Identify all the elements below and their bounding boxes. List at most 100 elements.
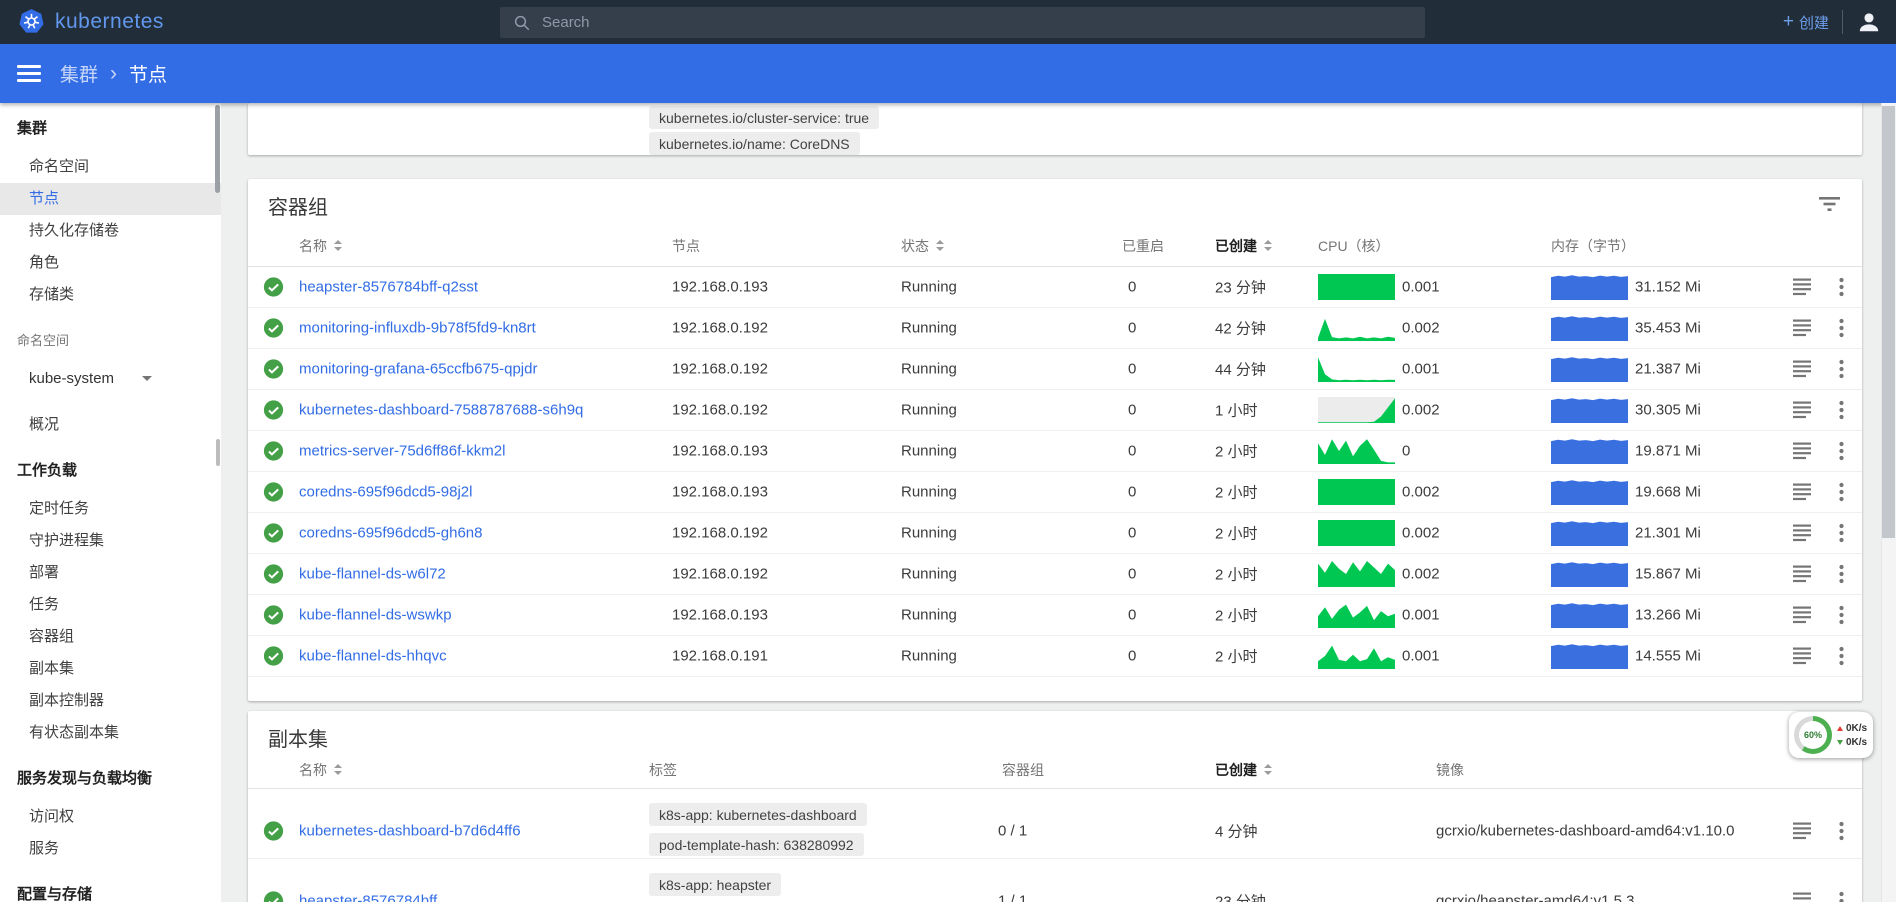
sidebar-item[interactable]: 节点	[0, 183, 221, 215]
sidebar-item[interactable]: 守护进程集	[0, 525, 221, 557]
column-header-created[interactable]: 已创建	[1215, 236, 1272, 256]
status-ok-icon	[263, 400, 284, 421]
sidebar-item[interactable]: 容器组	[0, 621, 221, 653]
sidebar-item[interactable]: 有状态副本集	[0, 717, 221, 749]
cpu-value: 0.001	[1402, 279, 1440, 296]
sidebar-scrollbar-thumb[interactable]	[215, 105, 220, 193]
sidebar-item[interactable]: 任务	[0, 589, 221, 621]
breadcrumb-cluster[interactable]: 集群	[60, 60, 98, 87]
user-avatar-icon[interactable]	[1856, 9, 1882, 35]
kubernetes-logo[interactable]: kubernetes	[18, 8, 164, 35]
pod-row: metrics-server-75d6ff86f-kkm2l192.168.0.…	[248, 431, 1862, 472]
logs-icon[interactable]	[1793, 525, 1811, 542]
logo-text: kubernetes	[55, 10, 164, 34]
column-label: 已重启	[1122, 236, 1164, 256]
replicaset-name-link[interactable]: heapster-8576784bff	[299, 893, 437, 902]
pod-created: 42 分钟	[1215, 318, 1266, 339]
pod-name-link[interactable]: metrics-server-75d6ff86f-kkm2l	[299, 443, 505, 460]
logs-icon[interactable]	[1793, 823, 1811, 840]
logs-icon[interactable]	[1793, 648, 1811, 665]
sidebar-item[interactable]: 概况	[0, 409, 221, 441]
row-menu-icon[interactable]	[1839, 483, 1844, 502]
sidebar-section-header: 配置与存储	[0, 873, 221, 902]
row-menu-icon[interactable]	[1839, 442, 1844, 461]
sidebar-item[interactable]: 持久化存储卷	[0, 215, 221, 247]
pod-created: 2 小时	[1215, 482, 1258, 503]
column-header-status[interactable]: 状态	[901, 236, 944, 256]
row-menu-icon[interactable]	[1839, 892, 1844, 902]
column-header-name[interactable]: 名称	[299, 760, 342, 780]
column-label: 节点	[672, 236, 700, 256]
replicaset-created: 23 分钟	[1215, 891, 1266, 902]
status-ok-icon	[263, 821, 284, 842]
column-header-memory: 内存（字节）	[1551, 236, 1635, 256]
sidebar-item[interactable]: 角色	[0, 247, 221, 279]
sidebar-item[interactable]: 部署	[0, 557, 221, 589]
pod-row: kube-flannel-ds-w6l72192.168.0.192Runnin…	[248, 554, 1862, 595]
namespace-section-label: 命名空间	[0, 329, 221, 353]
filter-icon[interactable]	[1819, 197, 1840, 216]
search-input[interactable]	[542, 14, 1392, 31]
sidebar: 集群命名空间节点持久化存储卷角色存储类命名空间kube-system概况工作负载…	[0, 103, 221, 902]
create-button[interactable]: + 创建	[1783, 11, 1829, 33]
topbar-divider	[1842, 10, 1843, 34]
sidebar-item[interactable]: 定时任务	[0, 493, 221, 525]
pods-card: 容器组 名称节点状态已重启已创建CPU（核）内存（字节） heapster-85…	[248, 179, 1862, 701]
pod-name-link[interactable]: kubernetes-dashboard-7588787688-s6h9q	[299, 402, 583, 419]
pod-name-link[interactable]: coredns-695f96dcd5-98j2l	[299, 484, 472, 501]
row-menu-icon[interactable]	[1839, 822, 1844, 841]
logs-icon[interactable]	[1793, 607, 1811, 624]
menu-button[interactable]	[17, 60, 41, 86]
row-menu-icon[interactable]	[1839, 565, 1844, 584]
row-menu-icon[interactable]	[1839, 401, 1844, 420]
pod-name-link[interactable]: coredns-695f96dcd5-gh6n8	[299, 525, 482, 542]
logs-icon[interactable]	[1793, 484, 1811, 501]
network-monitor-widget[interactable]: 60% 0K/s 0K/s	[1789, 712, 1873, 758]
logs-icon[interactable]	[1793, 279, 1811, 296]
pod-name-link[interactable]: kube-flannel-ds-w6l72	[299, 566, 446, 583]
pod-name-link[interactable]: kube-flannel-ds-wswkp	[299, 607, 452, 624]
logs-icon[interactable]	[1793, 361, 1811, 378]
logs-icon[interactable]	[1793, 566, 1811, 583]
sidebar-item[interactable]: 命名空间	[0, 151, 221, 183]
column-header-name[interactable]: 名称	[299, 236, 342, 256]
logs-icon[interactable]	[1793, 893, 1811, 902]
sort-arrows-icon	[1264, 764, 1272, 775]
search-icon	[513, 14, 531, 32]
sidebar-item[interactable]: 存储类	[0, 279, 221, 311]
sidebar-item[interactable]: 副本集	[0, 653, 221, 685]
row-menu-icon[interactable]	[1839, 278, 1844, 297]
logs-icon[interactable]	[1793, 402, 1811, 419]
row-menu-icon[interactable]	[1839, 319, 1844, 338]
pod-row: kube-flannel-ds-hhqvc192.168.0.191Runnin…	[248, 636, 1862, 677]
row-menu-icon[interactable]	[1839, 360, 1844, 379]
cpu-sparkline-chart	[1318, 274, 1395, 300]
pod-node: 192.168.0.193	[672, 484, 768, 501]
row-menu-icon[interactable]	[1839, 647, 1844, 666]
window-scrollbar-track[interactable]	[1881, 103, 1896, 902]
pods-table-body: heapster-8576784bff-q2sst192.168.0.193Ru…	[248, 267, 1862, 677]
row-menu-icon[interactable]	[1839, 524, 1844, 543]
pod-name-link[interactable]: heapster-8576784bff-q2sst	[299, 279, 478, 296]
sidebar-item[interactable]: 访问权	[0, 801, 221, 833]
pod-node: 192.168.0.191	[672, 648, 768, 665]
sidebar-item[interactable]: 副本控制器	[0, 685, 221, 717]
logs-icon[interactable]	[1793, 320, 1811, 337]
pod-name-link[interactable]: monitoring-influxdb-9b78f5fd9-kn8rt	[299, 320, 536, 337]
search-bar[interactable]	[500, 7, 1425, 38]
sidebar-scroll-handle[interactable]	[216, 439, 220, 466]
pod-created: 2 小时	[1215, 441, 1258, 462]
status-ok-icon	[263, 564, 284, 585]
sidebar-item[interactable]: 服务	[0, 833, 221, 865]
window-scrollbar-thumb[interactable]	[1882, 106, 1895, 538]
replicaset-name-link[interactable]: kubernetes-dashboard-b7d6d4ff6	[299, 823, 521, 840]
namespace-selector[interactable]: kube-system	[0, 361, 221, 395]
pod-name-link[interactable]: kube-flannel-ds-hhqvc	[299, 648, 447, 665]
row-menu-icon[interactable]	[1839, 606, 1844, 625]
pod-name-link[interactable]: monitoring-grafana-65ccfb675-qpjdr	[299, 361, 537, 378]
column-header-created[interactable]: 已创建	[1215, 760, 1272, 780]
logs-icon[interactable]	[1793, 443, 1811, 460]
pod-row: monitoring-grafana-65ccfb675-qpjdr192.16…	[248, 349, 1862, 390]
memory-sparkline-chart	[1551, 315, 1628, 341]
usage-gauge: 60%	[1794, 716, 1832, 754]
